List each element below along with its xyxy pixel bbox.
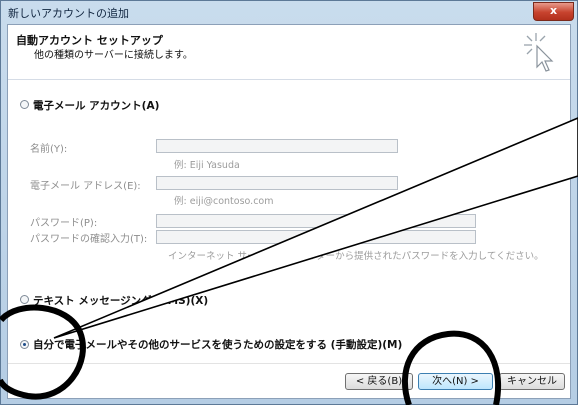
name-hint: 例: Eiji Yasuda bbox=[174, 160, 240, 171]
password-hint: インターネット サービス プロバイダーから提供されたパスワードを入力してください… bbox=[168, 251, 544, 262]
password-confirm-field[interactable] bbox=[156, 230, 476, 244]
header-separator bbox=[8, 79, 570, 80]
button-bar-separator bbox=[8, 363, 570, 364]
email-field[interactable] bbox=[156, 176, 398, 190]
email-label: 電子メール アドレス(E): bbox=[30, 181, 141, 192]
cancel-button[interactable]: キャンセル bbox=[499, 373, 565, 390]
password-label: パスワード(P): bbox=[30, 218, 98, 229]
email-hint: 例: eiji@contoso.com bbox=[174, 196, 274, 207]
wizard-header: 自動アカウント セットアップ 他の種類のサーバーに接続します。 bbox=[8, 25, 570, 79]
text-messaging-label[interactable]: テキスト メッセージング (SMS)(X) bbox=[33, 293, 208, 308]
password-confirm-label: パスワードの確認入力(T): bbox=[30, 234, 148, 245]
password-field[interactable] bbox=[156, 214, 476, 228]
title-bar[interactable]: 新しいアカウントの追加 x bbox=[1, 1, 577, 23]
manual-setup-label[interactable]: 自分で電子メールやその他のサービスを使うための設定をする (手動設定)(M) bbox=[33, 337, 402, 352]
text-messaging-radio[interactable] bbox=[20, 295, 29, 304]
back-button[interactable]: < 戻る(B) bbox=[345, 373, 413, 390]
name-label: 名前(Y): bbox=[30, 144, 68, 155]
email-account-label[interactable]: 電子メール アカウント(A) bbox=[33, 98, 159, 113]
wizard-cursor-icon bbox=[524, 33, 554, 72]
close-button[interactable]: x bbox=[533, 2, 574, 21]
header-subtitle: 他の種類のサーバーに接続します。 bbox=[34, 50, 193, 61]
dialog-client-area: 自動アカウント セットアップ 他の種類のサーバーに接続します。 電子メール アカ… bbox=[7, 24, 571, 399]
manual-setup-radio[interactable] bbox=[20, 340, 29, 349]
window-title: 新しいアカウントの追加 bbox=[8, 7, 129, 20]
dialog-window: 新しいアカウントの追加 x 自動アカウント セットアップ 他の種類のサーバーに接… bbox=[0, 0, 578, 405]
next-button[interactable]: 次へ(N) > bbox=[418, 373, 493, 390]
email-account-radio[interactable] bbox=[20, 100, 29, 109]
name-field[interactable] bbox=[156, 139, 398, 153]
